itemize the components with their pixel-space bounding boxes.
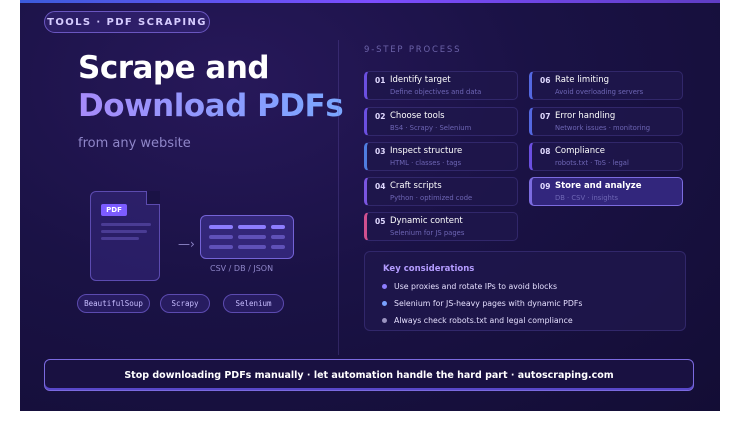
step-card-2: 02 Choose tools BS4 · Scrapy · Selenium [364, 107, 518, 136]
table-cell-shape [209, 235, 233, 239]
infographic-canvas: TOOLS · PDF SCRAPING Scrape and Download… [20, 0, 720, 411]
category-badge: TOOLS · PDF SCRAPING [44, 11, 210, 33]
step-description: DB · CSV · insights [555, 194, 619, 202]
step-number: 01 [375, 76, 386, 85]
step-title: Compliance [555, 146, 606, 156]
table-cell-shape [209, 245, 233, 249]
step-card-4: 04 Craft scripts Python · optimized code [364, 177, 518, 206]
text-line-shape [101, 237, 139, 240]
page-fold-shape [146, 191, 160, 205]
headline-subtitle: from any website [78, 136, 191, 151]
table-cell-shape [271, 235, 285, 239]
text-line-shape [101, 223, 151, 226]
key-considerations-title: Key considerations [383, 264, 475, 274]
step-card-7: 07 Error handling Network issues · monit… [529, 107, 683, 136]
structured-data-table-icon [200, 215, 294, 259]
bullet-dot-icon [382, 284, 387, 289]
text-line-shape [101, 230, 147, 233]
footer-cta-banner: Stop downloading PDFs manually · let aut… [44, 359, 694, 391]
table-cell-shape [271, 245, 285, 249]
step-title: Identify target [390, 75, 451, 85]
step-number: 09 [540, 182, 551, 191]
consideration-text: Selenium for JS-heavy pages with dynamic… [394, 299, 583, 308]
step-description: Define objectives and data [390, 88, 482, 96]
step-card-6: 06 Rate limiting Avoid overloading serve… [529, 71, 683, 100]
library-pill-scrapy: Scrapy [160, 294, 210, 313]
library-pill-selenium: Selenium [223, 294, 284, 313]
table-cell-shape [238, 225, 266, 229]
table-cell-shape [209, 225, 233, 229]
step-card-1: 01 Identify target Define objectives and… [364, 71, 518, 100]
top-accent-line [20, 0, 720, 3]
step-card-8: 08 Compliance robots.txt · ToS · legal [529, 142, 683, 171]
step-title: Dynamic content [390, 216, 463, 226]
step-description: Network issues · monitoring [555, 124, 651, 132]
key-considerations-panel: Key considerations Use proxies and rotat… [364, 251, 686, 331]
step-title: Craft scripts [390, 181, 442, 191]
step-title: Error handling [555, 111, 616, 121]
consideration-item: Use proxies and rotate IPs to avoid bloc… [382, 282, 557, 291]
headline-line-1: Scrape and [78, 50, 270, 86]
step-number: 07 [540, 112, 551, 121]
bullet-dot-icon [382, 301, 387, 306]
arrow-right-icon: —› [178, 237, 195, 251]
headline-line-2: Download PDFs [78, 88, 344, 124]
process-heading: 9-STEP PROCESS [364, 45, 462, 55]
step-description: Avoid overloading servers [555, 88, 644, 96]
consideration-text: Use proxies and rotate IPs to avoid bloc… [394, 282, 558, 291]
step-description: Python · optimized code [390, 194, 473, 202]
table-cell-shape [238, 245, 266, 249]
step-description: BS4 · Scrapy · Selenium [390, 124, 472, 132]
table-cell-shape [238, 235, 266, 239]
step-card-9: 09 Store and analyze DB · CSV · insights [529, 177, 683, 206]
step-number: 03 [375, 147, 386, 156]
consideration-item: Selenium for JS-heavy pages with dynamic… [382, 299, 582, 308]
step-number: 04 [375, 182, 386, 191]
pdf-document-icon: PDF [90, 191, 160, 281]
step-title: Store and analyze [555, 181, 642, 191]
column-divider [338, 40, 339, 355]
step-number: 02 [375, 112, 386, 121]
step-description: robots.txt · ToS · legal [555, 159, 629, 167]
step-description: Selenium for JS pages [390, 229, 465, 237]
step-number: 05 [375, 217, 386, 226]
step-card-5: 05 Dynamic content Selenium for JS pages [364, 212, 518, 241]
step-title: Rate limiting [555, 75, 610, 85]
step-title: Inspect structure [390, 146, 463, 156]
step-card-3: 03 Inspect structure HTML · classes · ta… [364, 142, 518, 171]
consideration-item: Always check robots.txt and legal compli… [382, 316, 573, 325]
output-formats-label: CSV / DB / JSON [210, 264, 274, 273]
step-description: HTML · classes · tags [390, 159, 462, 167]
consideration-text: Always check robots.txt and legal compli… [394, 316, 573, 325]
pdf-label: PDF [101, 204, 127, 216]
step-number: 08 [540, 147, 551, 156]
step-title: Choose tools [390, 111, 445, 121]
library-pill-beautifulsoup: BeautifulSoup [77, 294, 150, 313]
step-number: 06 [540, 76, 551, 85]
bullet-dot-icon [382, 318, 387, 323]
table-cell-shape [271, 225, 285, 229]
